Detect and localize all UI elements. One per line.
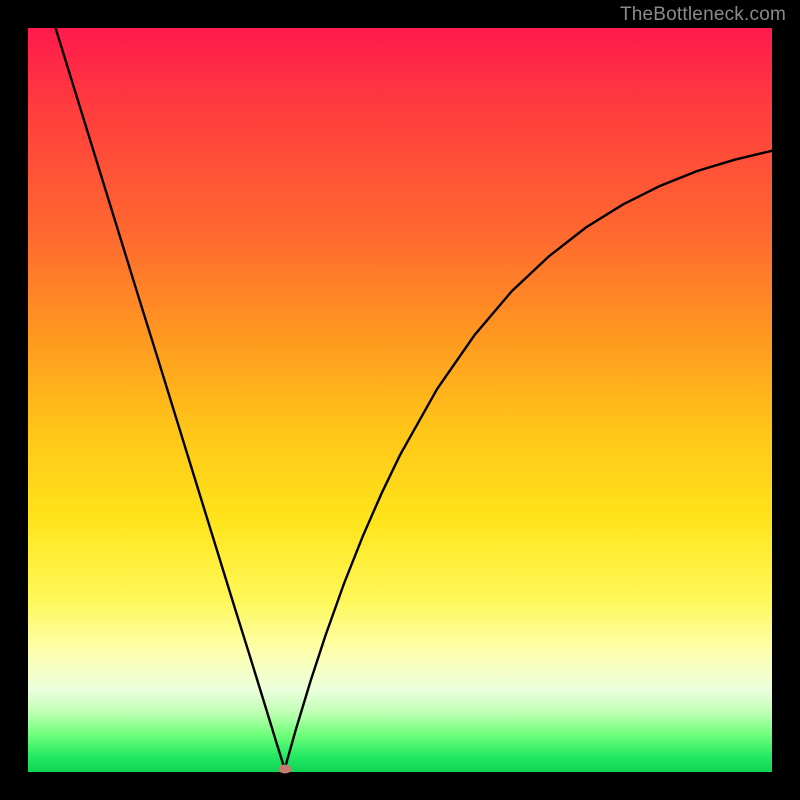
attribution-text: TheBottleneck.com: [620, 4, 786, 26]
minimum-marker: [278, 765, 291, 774]
curve-right-branch: [285, 151, 772, 769]
curve-left-branch: [56, 28, 285, 769]
plot-area: [28, 28, 772, 772]
curve-layer: [28, 28, 772, 772]
outer-frame: TheBottleneck.com: [0, 0, 800, 800]
